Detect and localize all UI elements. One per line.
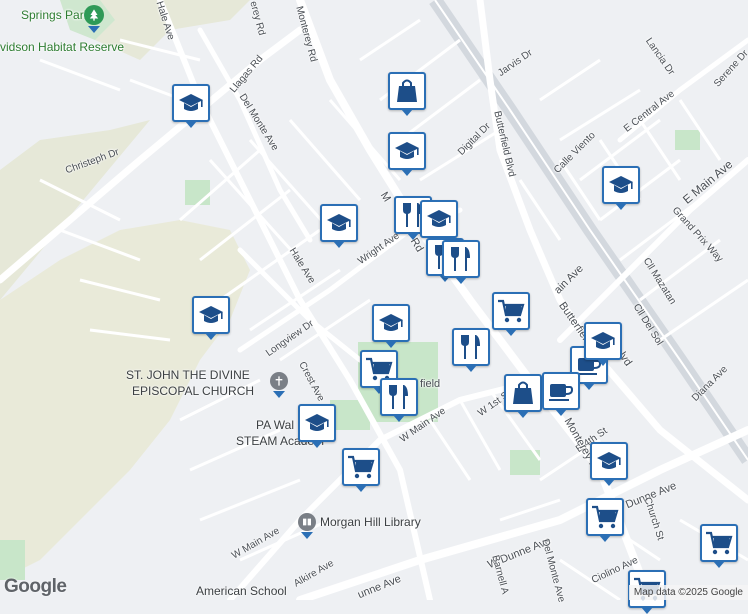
map-marker-restaurant[interactable]	[442, 240, 480, 284]
st-john-label-line2: EPISCOPAL CHURCH	[132, 384, 255, 398]
map-marker-school[interactable]	[590, 442, 628, 486]
map-marker-restaurant[interactable]	[380, 378, 418, 422]
map-marker-school[interactable]	[172, 84, 210, 128]
map-marker-grocery[interactable]	[342, 448, 380, 492]
habitat-reserve-label: vidson Habitat Reserve	[0, 40, 125, 54]
shopping-bag-icon	[392, 76, 422, 106]
school-icon	[196, 300, 226, 330]
school-icon	[302, 408, 332, 438]
american-school-label: American School	[196, 584, 287, 598]
springs-park-label: Springs Park	[21, 8, 90, 22]
map-marker-school[interactable]	[192, 296, 230, 340]
map-marker-shopping[interactable]	[504, 374, 542, 418]
school-icon	[324, 208, 354, 238]
school-icon	[176, 88, 206, 118]
hills-terrain-west	[0, 220, 250, 580]
map-marker-school[interactable]	[420, 200, 458, 244]
map-marker-school[interactable]	[298, 404, 336, 448]
park-small-1	[185, 180, 210, 205]
map-marker-restaurant[interactable]	[452, 328, 490, 372]
map-marker-grocery[interactable]	[586, 498, 624, 542]
google-logo: Google	[4, 576, 67, 597]
map-marker-grocery[interactable]	[492, 292, 530, 336]
map-marker-cafe[interactable]	[542, 372, 580, 416]
map-marker-school[interactable]	[372, 304, 410, 348]
shopping-cart-icon	[704, 528, 734, 558]
map-marker-school[interactable]	[388, 132, 426, 176]
school-icon	[588, 326, 618, 356]
shopping-cart-icon	[346, 452, 376, 482]
map-marker-school[interactable]	[320, 204, 358, 248]
field-partial-label: field	[420, 378, 441, 390]
restaurant-icon	[456, 332, 486, 362]
library-book-icon[interactable]	[298, 513, 316, 539]
school-icon	[424, 204, 454, 234]
st-john-label-line1: ST. JOHN THE DIVINE	[126, 368, 250, 382]
park-tree-icon[interactable]	[84, 5, 104, 33]
school-icon	[594, 446, 624, 476]
school-icon	[392, 136, 422, 166]
morgan-hill-library-label: Morgan Hill Library	[320, 515, 421, 529]
park-small-4	[0, 540, 25, 580]
park-small-3	[675, 130, 700, 150]
restaurant-icon	[384, 382, 414, 412]
shopping-cart-icon	[590, 502, 620, 532]
map-marker-school[interactable]	[584, 322, 622, 366]
map-marker-school[interactable]	[602, 166, 640, 210]
map-canvas[interactable]	[0, 0, 748, 600]
map-marker-grocery[interactable]	[700, 524, 738, 568]
shopping-cart-icon	[496, 296, 526, 326]
church-cross-icon[interactable]	[270, 372, 288, 398]
cafe-icon	[546, 376, 576, 406]
restaurant-icon	[446, 244, 476, 274]
map-marker-shopping[interactable]	[388, 72, 426, 116]
map-attribution[interactable]: Map data ©2025 Google	[628, 585, 748, 600]
school-icon	[376, 308, 406, 338]
shopping-bag-icon	[508, 378, 538, 408]
school-icon	[606, 170, 636, 200]
pa-walsh-label: PA Wal	[256, 418, 295, 432]
